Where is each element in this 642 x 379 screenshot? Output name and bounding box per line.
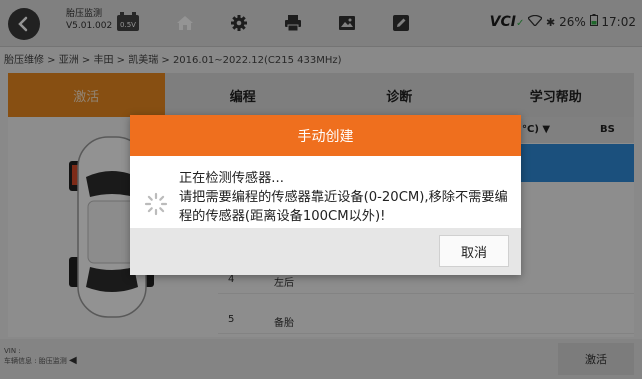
dialog-footer: 取消 [130,228,521,275]
dialog-title: 手动创建 [130,115,521,156]
dialog-message-line2: 请把需要编程的传感器靠近设备(0-20CM),移除不需要编程的传感器(距离设备1… [179,190,508,224]
manual-create-dialog: 手动创建 正在检测传感器... 请把需要编程的传感器靠近设备(0-20CM),移… [130,115,521,275]
dialog-message: 正在检测传感器... 请把需要编程的传感器靠近设备(0-20CM),移除不需要编… [179,169,515,226]
dialog-message-line1: 正在检测传感器... [179,171,284,186]
spinner-icon [144,192,168,216]
cancel-button[interactable]: 取消 [439,235,509,267]
